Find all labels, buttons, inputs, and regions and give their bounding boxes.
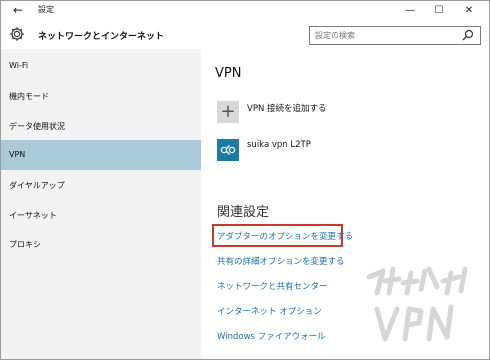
page-category-title: ネットワークとインターネット xyxy=(38,32,165,42)
sidebar-item-wifi[interactable]: Wi-Fi xyxy=(1,51,201,81)
search-input[interactable] xyxy=(315,28,455,42)
window-title: 設定 xyxy=(38,5,54,14)
internet-options-link[interactable]: インターネット オプション xyxy=(217,305,322,317)
sidebar-item-proxy[interactable]: プロキシ xyxy=(1,229,201,259)
sidebar-item-airplane-mode[interactable]: 機内モード xyxy=(1,81,201,111)
related-settings-title: 関連設定 xyxy=(217,205,270,220)
sidebar-item-data-usage[interactable]: データ使用状況 xyxy=(1,111,201,141)
close-icon[interactable]: ✕ xyxy=(455,1,483,21)
vpn-link-icon xyxy=(220,145,236,155)
sidebar-item-label: Wi-Fi xyxy=(9,61,29,70)
minimize-icon[interactable]: — xyxy=(396,1,424,21)
search-icon[interactable] xyxy=(462,29,474,41)
sidebar-item-vpn[interactable]: VPN xyxy=(1,140,201,170)
windows-firewall-link[interactable]: Windows ファイアウォール xyxy=(217,330,326,342)
sidebar: Wi-Fi 機内モード データ使用状況 VPN ダイヤルアップ イーサネット プ… xyxy=(1,49,201,359)
page-title: VPN xyxy=(215,66,242,81)
sidebar-item-label: 機内モード xyxy=(9,92,49,101)
sidebar-item-ethernet[interactable]: イーサネット xyxy=(1,200,201,230)
advanced-sharing-link[interactable]: 共有の詳細オプションを変更する xyxy=(217,255,345,267)
sidebar-item-dialup[interactable]: ダイヤルアップ xyxy=(1,170,201,200)
title-bar: ← 設定 — ☐ ✕ xyxy=(1,1,489,21)
settings-window: ← 設定 — ☐ ✕ ネットワークとインターネット Wi-Fi 機内モード デー… xyxy=(0,0,490,360)
search-box[interactable] xyxy=(309,26,481,45)
sidebar-item-label: イーサネット xyxy=(9,211,57,220)
add-icon[interactable]: + xyxy=(217,101,239,123)
sidebar-item-label: プロキシ xyxy=(9,240,41,249)
vpn-connection-name[interactable]: suika vpn L2TP xyxy=(247,140,311,150)
sidebar-item-label: VPN xyxy=(9,150,26,159)
sidebar-item-label: ダイヤルアップ xyxy=(9,181,65,190)
header: ネットワークとインターネット xyxy=(1,21,489,49)
change-adapter-options-link[interactable]: アダプターのオプションを変更する xyxy=(217,230,353,242)
back-arrow-icon[interactable]: ← xyxy=(11,2,25,18)
vpn-connection-icon[interactable] xyxy=(217,139,239,161)
sidebar-item-label: データ使用状況 xyxy=(9,122,65,131)
network-sharing-center-link[interactable]: ネットワークと共有センター xyxy=(217,280,328,292)
add-vpn-button[interactable]: VPN 接続を追加する xyxy=(247,102,327,114)
gear-icon xyxy=(10,27,24,41)
maximize-icon[interactable]: ☐ xyxy=(425,1,453,21)
watermark-logo xyxy=(366,266,468,342)
